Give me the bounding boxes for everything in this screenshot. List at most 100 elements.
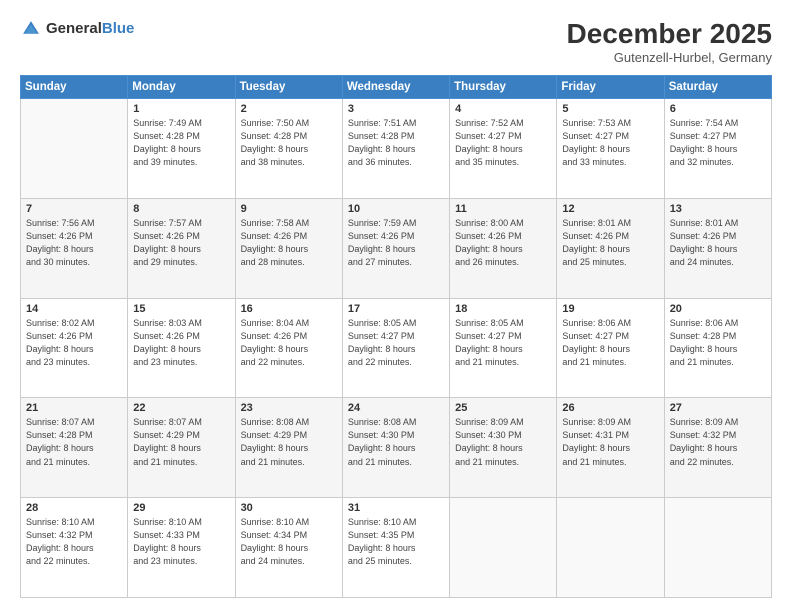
table-row: 29 Sunrise: 8:10 AM Sunset: 4:33 PM Dayli… <box>128 498 235 598</box>
day-number: 6 <box>670 103 766 115</box>
table-row: 5Sunrise: 7:53 AM Sunset: 4:27 PM Daylig… <box>557 99 664 199</box>
table-row: 1 Sunrise: 7:49 AM Sunset: 4:28 PM Daylig… <box>128 99 235 199</box>
table-row: 6 Sunrise: 7:54 AM Sunset: 4:27 PM Daylig… <box>664 99 771 199</box>
day-info: Sunrise: 8:01 AM Sunset: 4:26 PM Dayligh… <box>562 217 658 269</box>
day-number: 21 <box>26 402 122 414</box>
table-row: 12 Sunrise: 8:01 AM Sunset: 4:26 PM Dayli… <box>557 198 664 298</box>
table-row: 11 Sunrise: 8:00 AM Sunset: 4:26 PM Dayli… <box>450 198 557 298</box>
day-number: 12 <box>562 203 658 215</box>
table-row: 18Sunrise: 8:05 AM Sunset: 4:27 PM Dayli… <box>450 298 557 398</box>
calendar-week-row: 7 Sunrise: 7:56 AM Sunset: 4:26 PM Daylig… <box>21 198 772 298</box>
table-row: 2Sunrise: 7:50 AM Sunset: 4:28 PM Daylig… <box>235 99 342 199</box>
calendar-table: Sunday Monday Tuesday Wednesday Thursday… <box>20 75 772 598</box>
day-info: Sunrise: 7:52 AM Sunset: 4:27 PM Dayligh… <box>455 117 551 169</box>
table-row: 26 Sunrise: 8:09 AM Sunset: 4:31 PM Dayli… <box>557 398 664 498</box>
day-number: 16 <box>241 303 337 315</box>
table-row: 9Sunrise: 7:58 AM Sunset: 4:26 PM Daylig… <box>235 198 342 298</box>
day-info: Sunrise: 7:49 AM Sunset: 4:28 PM Dayligh… <box>133 117 229 169</box>
table-row: 15Sunrise: 8:03 AM Sunset: 4:26 PM Dayli… <box>128 298 235 398</box>
day-info: Sunrise: 7:59 AM Sunset: 4:26 PM Dayligh… <box>348 217 444 269</box>
day-number: 11 <box>455 203 551 215</box>
table-row: 31 Sunrise: 8:10 AM Sunset: 4:35 PM Dayli… <box>342 498 449 598</box>
day-number: 7 <box>26 203 122 215</box>
day-info: Sunrise: 8:06 AM Sunset: 4:28 PM Dayligh… <box>670 317 766 369</box>
table-row <box>664 498 771 598</box>
title-block: December 2025 Gutenzell-Hurbel, Germany <box>567 18 772 65</box>
day-number: 28 <box>26 502 122 514</box>
day-number: 24 <box>348 402 444 414</box>
day-number: 10 <box>348 203 444 215</box>
header: GeneralBlue December 2025 Gutenzell-Hurb… <box>20 18 772 65</box>
table-row: 4Sunrise: 7:52 AM Sunset: 4:27 PM Daylig… <box>450 99 557 199</box>
day-number: 26 <box>562 402 658 414</box>
day-info: Sunrise: 7:53 AM Sunset: 4:27 PM Dayligh… <box>562 117 658 169</box>
table-row: 3 Sunrise: 7:51 AM Sunset: 4:28 PM Daylig… <box>342 99 449 199</box>
col-saturday: Saturday <box>664 76 771 99</box>
day-number: 22 <box>133 402 229 414</box>
day-info: Sunrise: 8:08 AM Sunset: 4:30 PM Dayligh… <box>348 416 444 468</box>
table-row: 24 Sunrise: 8:08 AM Sunset: 4:30 PM Dayli… <box>342 398 449 498</box>
table-row: 8Sunrise: 7:57 AM Sunset: 4:26 PM Daylig… <box>128 198 235 298</box>
day-info: Sunrise: 8:10 AM Sunset: 4:33 PM Dayligh… <box>133 516 229 568</box>
calendar-week-row: 14 Sunrise: 8:02 AM Sunset: 4:26 PM Dayli… <box>21 298 772 398</box>
day-info: Sunrise: 8:05 AM Sunset: 4:27 PM Dayligh… <box>348 317 444 369</box>
day-info: Sunrise: 7:56 AM Sunset: 4:26 PM Dayligh… <box>26 217 122 269</box>
day-info: Sunrise: 8:05 AM Sunset: 4:27 PM Dayligh… <box>455 317 551 369</box>
table-row <box>557 498 664 598</box>
day-number: 15 <box>133 303 229 315</box>
day-info: Sunrise: 8:07 AM Sunset: 4:29 PM Dayligh… <box>133 416 229 468</box>
table-row: 16 Sunrise: 8:04 AM Sunset: 4:26 PM Dayli… <box>235 298 342 398</box>
calendar-week-row: 1 Sunrise: 7:49 AM Sunset: 4:28 PM Daylig… <box>21 99 772 199</box>
day-info: Sunrise: 8:02 AM Sunset: 4:26 PM Dayligh… <box>26 317 122 369</box>
day-info: Sunrise: 8:00 AM Sunset: 4:26 PM Dayligh… <box>455 217 551 269</box>
day-number: 2 <box>241 103 337 115</box>
table-row: 25Sunrise: 8:09 AM Sunset: 4:30 PM Dayli… <box>450 398 557 498</box>
col-monday: Monday <box>128 76 235 99</box>
table-row: 7 Sunrise: 7:56 AM Sunset: 4:26 PM Daylig… <box>21 198 128 298</box>
day-number: 14 <box>26 303 122 315</box>
day-number: 30 <box>241 502 337 514</box>
month-title: December 2025 <box>567 18 772 50</box>
table-row: 27 Sunrise: 8:09 AM Sunset: 4:32 PM Dayli… <box>664 398 771 498</box>
day-info: Sunrise: 8:10 AM Sunset: 4:35 PM Dayligh… <box>348 516 444 568</box>
day-number: 3 <box>348 103 444 115</box>
location-subtitle: Gutenzell-Hurbel, Germany <box>567 50 772 65</box>
table-row: 20 Sunrise: 8:06 AM Sunset: 4:28 PM Dayli… <box>664 298 771 398</box>
table-row: 17Sunrise: 8:05 AM Sunset: 4:27 PM Dayli… <box>342 298 449 398</box>
table-row: 10 Sunrise: 7:59 AM Sunset: 4:26 PM Dayli… <box>342 198 449 298</box>
day-info: Sunrise: 8:08 AM Sunset: 4:29 PM Dayligh… <box>241 416 337 468</box>
col-friday: Friday <box>557 76 664 99</box>
table-row: 22 Sunrise: 8:07 AM Sunset: 4:29 PM Dayli… <box>128 398 235 498</box>
table-row: 13 Sunrise: 8:01 AM Sunset: 4:26 PM Dayli… <box>664 198 771 298</box>
col-thursday: Thursday <box>450 76 557 99</box>
day-info: Sunrise: 7:57 AM Sunset: 4:26 PM Dayligh… <box>133 217 229 269</box>
day-info: Sunrise: 8:04 AM Sunset: 4:26 PM Dayligh… <box>241 317 337 369</box>
day-info: Sunrise: 8:09 AM Sunset: 4:31 PM Dayligh… <box>562 416 658 468</box>
day-number: 20 <box>670 303 766 315</box>
table-row: 23Sunrise: 8:08 AM Sunset: 4:29 PM Dayli… <box>235 398 342 498</box>
day-number: 29 <box>133 502 229 514</box>
calendar-week-row: 28 Sunrise: 8:10 AM Sunset: 4:32 PM Dayli… <box>21 498 772 598</box>
day-info: Sunrise: 8:10 AM Sunset: 4:34 PM Dayligh… <box>241 516 337 568</box>
day-number: 31 <box>348 502 444 514</box>
day-info: Sunrise: 8:09 AM Sunset: 4:32 PM Dayligh… <box>670 416 766 468</box>
day-info: Sunrise: 8:07 AM Sunset: 4:28 PM Dayligh… <box>26 416 122 468</box>
day-info: Sunrise: 7:54 AM Sunset: 4:27 PM Dayligh… <box>670 117 766 169</box>
day-info: Sunrise: 8:10 AM Sunset: 4:32 PM Dayligh… <box>26 516 122 568</box>
table-row: 21 Sunrise: 8:07 AM Sunset: 4:28 PM Dayli… <box>21 398 128 498</box>
day-number: 27 <box>670 402 766 414</box>
day-number: 13 <box>670 203 766 215</box>
col-wednesday: Wednesday <box>342 76 449 99</box>
logo: GeneralBlue <box>20 18 134 40</box>
day-number: 1 <box>133 103 229 115</box>
day-info: Sunrise: 7:51 AM Sunset: 4:28 PM Dayligh… <box>348 117 444 169</box>
col-sunday: Sunday <box>21 76 128 99</box>
day-number: 9 <box>241 203 337 215</box>
table-row <box>450 498 557 598</box>
day-info: Sunrise: 8:01 AM Sunset: 4:26 PM Dayligh… <box>670 217 766 269</box>
table-row: 14 Sunrise: 8:02 AM Sunset: 4:26 PM Dayli… <box>21 298 128 398</box>
day-info: Sunrise: 8:06 AM Sunset: 4:27 PM Dayligh… <box>562 317 658 369</box>
table-row: 30 Sunrise: 8:10 AM Sunset: 4:34 PM Dayli… <box>235 498 342 598</box>
day-number: 19 <box>562 303 658 315</box>
logo-text-general: General <box>46 20 102 37</box>
